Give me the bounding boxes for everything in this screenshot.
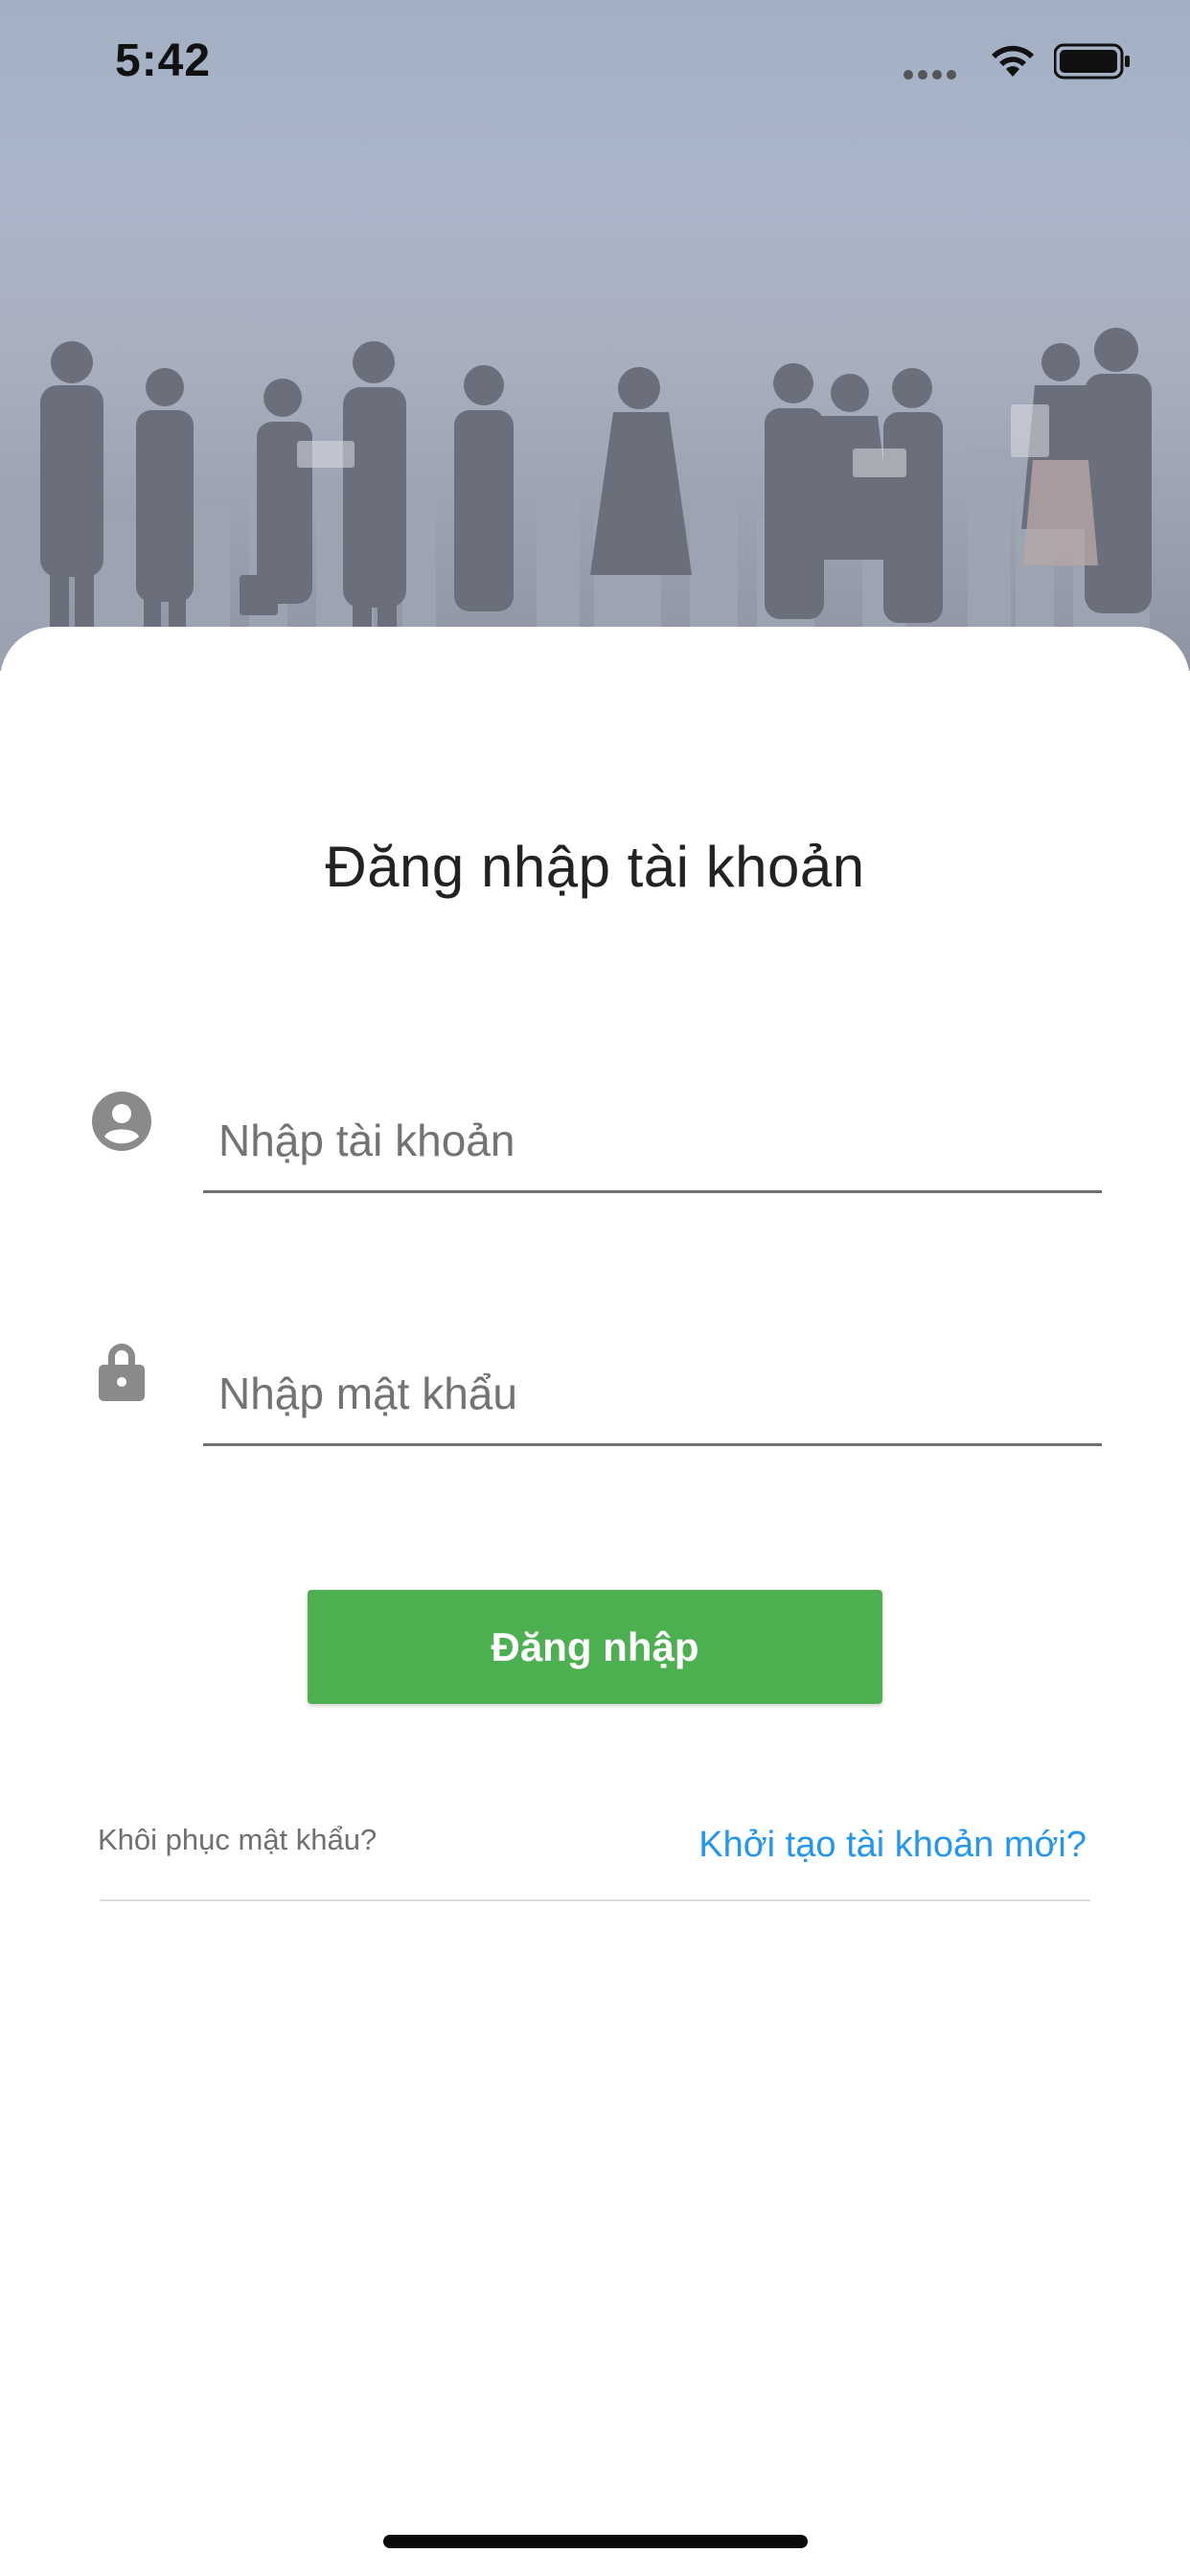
divider xyxy=(100,1899,1090,1901)
battery-icon xyxy=(1054,43,1130,80)
password-field[interactable] xyxy=(203,1347,1102,1446)
recover-password-link[interactable]: Khôi phục mật khẩu? xyxy=(98,1823,377,1857)
account-circle-icon xyxy=(92,1092,151,1151)
lock-icon xyxy=(99,1344,145,1401)
username-input[interactable] xyxy=(218,1094,1081,1186)
username-field[interactable] xyxy=(203,1094,1102,1193)
wifi-icon xyxy=(992,45,1034,77)
signal-dots-icon xyxy=(904,70,956,80)
password-input[interactable] xyxy=(218,1347,1081,1439)
page-title: Đăng nhập tài khoản xyxy=(325,835,865,899)
login-button[interactable]: Đăng nhập xyxy=(308,1590,882,1704)
status-bar: 5:42 xyxy=(0,0,1190,134)
create-account-link[interactable]: Khởi tạo tài khoản mới? xyxy=(698,1825,1087,1866)
home-indicator[interactable] xyxy=(383,2535,808,2548)
status-time: 5:42 xyxy=(115,35,212,86)
